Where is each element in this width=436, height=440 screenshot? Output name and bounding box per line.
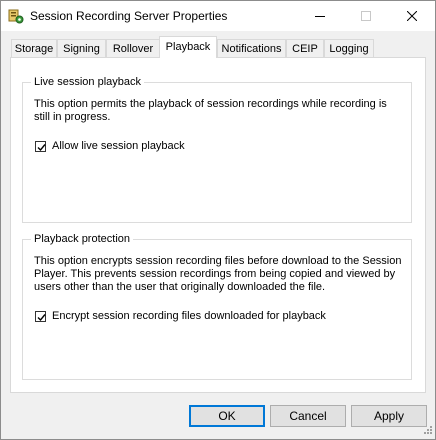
ok-button[interactable]: OK [189,405,265,427]
tab-playback[interactable]: Playback [159,36,217,58]
properties-dialog: Session Recording Server Properties Stor… [0,0,436,440]
tab-logging[interactable]: Logging [324,39,374,57]
allow-live-playback-label[interactable]: Allow live session playback [52,140,185,152]
maximize-button[interactable] [343,1,389,31]
playback-protection-group: Playback protection This option encrypts… [22,233,412,380]
title-bar[interactable]: Session Recording Server Properties [1,1,435,31]
live-playback-group-title: Live session playback [31,76,145,88]
playback-protection-description: This option encrypts session recording f… [34,255,402,293]
live-playback-group: Live session playback This option permit… [22,76,412,223]
maximize-icon [361,11,371,21]
minimize-button[interactable] [297,1,343,31]
window-title: Session Recording Server Properties [30,9,228,23]
checkbox-box[interactable] [35,311,46,322]
resize-grip-icon[interactable] [421,425,433,437]
apply-button[interactable]: Apply [351,405,427,427]
live-playback-description: This option permits the playback of sess… [34,98,387,123]
server-app-icon [8,8,24,24]
close-icon [407,11,417,21]
close-button[interactable] [389,1,435,31]
tab-strip: Storage Signing Rollover Playback Notifi… [11,36,427,58]
tab-notifications[interactable]: Notifications [217,39,286,57]
tab-ceip[interactable]: CEIP [286,39,324,57]
checkmark-icon [37,144,46,152]
checkbox-box[interactable] [35,141,46,152]
playback-tab-panel: Live session playback This option permit… [10,57,426,393]
encrypt-files-label[interactable]: Encrypt session recording files download… [52,310,326,322]
tab-storage[interactable]: Storage [11,39,57,57]
minimize-icon [315,16,325,17]
playback-protection-group-title: Playback protection [31,233,133,245]
tab-signing[interactable]: Signing [57,39,106,57]
cancel-button[interactable]: Cancel [270,405,346,427]
tab-rollover[interactable]: Rollover [106,39,160,57]
checkmark-icon [37,314,46,322]
